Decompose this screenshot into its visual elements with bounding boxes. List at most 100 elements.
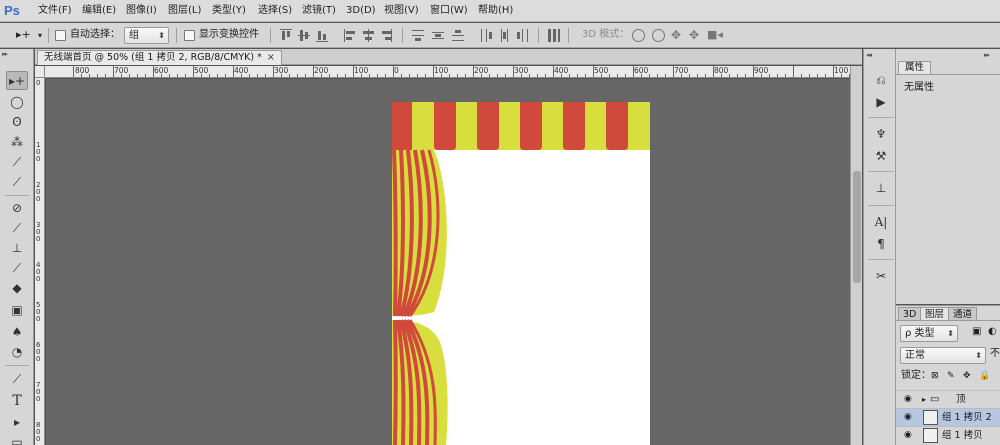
align-left-icon[interactable] <box>344 29 356 42</box>
distribute-right-icon[interactable] <box>516 29 528 42</box>
lock-position-icon[interactable]: ✥ <box>963 369 971 383</box>
move-tool-preset-icon[interactable]: ▸+ <box>16 28 31 42</box>
align-bottom-icon[interactable] <box>316 29 328 42</box>
eyedropper-tool-icon[interactable]: ⟋ <box>6 173 28 192</box>
tab-properties[interactable]: 属性 <box>898 61 932 75</box>
collapse-icon[interactable]: ◂◂ <box>866 51 872 59</box>
vertical-ruler[interactable]: 0 1 0 0 2 0 0 3 0 0 4 0 0 5 0 0 6 0 0 7 … <box>35 78 45 445</box>
dodge-tool-icon[interactable]: ◔ <box>6 343 28 362</box>
distribute-left-icon[interactable] <box>480 29 492 42</box>
clone-source-icon[interactable]: ⊥ <box>872 179 890 197</box>
history-brush-tool-icon[interactable]: ⟋ <box>6 259 28 278</box>
close-tab-icon[interactable]: × <box>267 52 275 63</box>
pen-tool-icon[interactable]: ⟋ <box>6 370 28 389</box>
chevron-down-icon[interactable]: ▾ <box>38 29 42 43</box>
gradient-tool-icon[interactable]: ▣ <box>6 301 28 320</box>
vertical-scrollbar[interactable] <box>850 66 862 445</box>
auto-align-icon[interactable] <box>548 29 560 42</box>
ruler-label: 100 <box>354 66 369 75</box>
artboard[interactable] <box>392 102 650 445</box>
group-expand-icon[interactable]: ▸ <box>922 394 926 406</box>
canvas-area[interactable] <box>46 79 850 445</box>
auto-select-dropdown[interactable]: 组 ⬍ <box>124 27 169 44</box>
lock-all-icon[interactable]: 🔒 <box>979 369 990 383</box>
collapse-icon[interactable]: ▸▸ <box>2 50 8 58</box>
document-title: 无线端首页 @ 50% (组 1 拷贝 2, RGB/8/CMYK) * <box>44 52 262 63</box>
3d-slide-icon[interactable]: ✥ <box>689 28 699 42</box>
properties-icon[interactable]: ✂ <box>872 267 890 285</box>
eraser-tool-icon[interactable]: ◆ <box>6 279 28 298</box>
shape-tool-icon[interactable]: ▭ <box>6 433 28 445</box>
scrollbar-thumb[interactable] <box>853 171 861 283</box>
3d-roll-icon[interactable] <box>652 29 665 42</box>
lock-pixels-icon[interactable]: ✎ <box>947 369 955 383</box>
align-hcenter-icon[interactable] <box>362 29 374 42</box>
menu-help[interactable]: 帮助(H) <box>478 4 513 18</box>
lock-transparent-icon[interactable]: ⊠ <box>931 369 939 383</box>
auto-select-checkbox[interactable] <box>55 30 66 41</box>
clone-stamp-tool-icon[interactable]: ⊥ <box>6 239 28 258</box>
menu-view[interactable]: 视图(V) <box>384 4 419 18</box>
healing-brush-tool-icon[interactable]: ⊘ <box>6 199 28 218</box>
menu-image[interactable]: 图像(I) <box>126 4 157 18</box>
folder-icon: ▭ <box>930 394 940 405</box>
layer-row[interactable]: ◉ 组 1 拷贝 <box>896 426 1000 444</box>
layer-row[interactable]: ◉ ▸ ▭ 顶 <box>896 390 1000 408</box>
menu-window[interactable]: 窗口(W) <box>430 4 468 18</box>
menu-type[interactable]: 类型(Y) <box>212 4 246 18</box>
type-tool-icon[interactable]: T <box>6 392 28 411</box>
distribute-vcenter-icon[interactable] <box>432 29 444 42</box>
crop-tool-icon[interactable]: ⟋ <box>6 153 28 172</box>
brush-tool-icon[interactable]: ⟋ <box>6 219 28 238</box>
visibility-eye-icon[interactable]: ◉ <box>904 412 915 423</box>
photoshop-logo: Ps <box>4 3 20 18</box>
ruler-origin[interactable] <box>35 66 45 78</box>
path-selection-tool-icon[interactable]: ▸ <box>6 413 28 432</box>
actions-icon[interactable]: ▶ <box>872 93 890 111</box>
visibility-eye-icon[interactable]: ◉ <box>904 430 915 441</box>
marquee-tool-icon[interactable]: ◯ <box>6 93 28 112</box>
paragraph-icon[interactable]: ¶ <box>872 235 890 253</box>
menu-filter[interactable]: 滤镜(T) <box>302 4 336 18</box>
dropdown-arrow-icon: ⬍ <box>158 31 165 40</box>
horizontal-ruler[interactable]: 800 700 600 500 400 300 200 100 0 100 20… <box>45 66 850 78</box>
3d-rotate-icon[interactable] <box>632 29 645 42</box>
align-top-icon[interactable] <box>280 29 292 42</box>
blur-tool-icon[interactable]: ♠ <box>6 323 28 342</box>
character-icon[interactable]: A| <box>872 213 890 231</box>
curtain-stripe <box>392 149 398 317</box>
menu-file[interactable]: 文件(F) <box>38 4 72 18</box>
awning-stripe <box>434 102 456 150</box>
move-tool-icon[interactable]: ▸+ <box>6 71 28 90</box>
align-right-icon[interactable] <box>380 29 392 42</box>
distribute-hcenter-icon[interactable] <box>498 29 510 42</box>
distribute-bottom-icon[interactable] <box>452 29 464 42</box>
layer-filter-dropdown[interactable]: ρ 类型 ⬍ <box>900 325 958 342</box>
blend-mode-dropdown[interactable]: 正常 ⬍ <box>900 347 986 364</box>
visibility-eye-icon[interactable]: ◉ <box>904 394 915 405</box>
3d-scale-icon[interactable]: ■◂ <box>707 28 723 42</box>
magic-wand-tool-icon[interactable]: ⁂ <box>6 133 28 152</box>
tab-channels[interactable]: 通道 <box>948 307 978 321</box>
tab-layers[interactable]: 图层 <box>920 307 950 321</box>
collapse-icon[interactable]: ▸▸ <box>984 51 990 59</box>
tab-3d[interactable]: 3D <box>898 307 922 321</box>
menu-layer[interactable]: 图层(L) <box>168 4 201 18</box>
brushes-icon[interactable]: ♆ <box>872 125 890 143</box>
curtain-lower <box>392 319 448 445</box>
document-tab[interactable]: 无线端首页 @ 50% (组 1 拷贝 2, RGB/8/CMYK) * × <box>37 50 282 65</box>
menu-3d[interactable]: 3D(D) <box>346 4 376 18</box>
show-transform-checkbox[interactable] <box>184 30 195 41</box>
tool-presets-icon[interactable]: ⚒ <box>872 147 890 165</box>
distribute-top-icon[interactable] <box>412 29 424 42</box>
filter-adjustment-icon[interactable]: ◐ <box>988 325 997 339</box>
align-vcenter-icon[interactable] <box>298 29 310 42</box>
filter-image-icon[interactable]: ▣ <box>972 325 981 339</box>
lasso-tool-icon[interactable]: ʘ <box>6 113 28 132</box>
menu-edit[interactable]: 编辑(E) <box>82 4 116 18</box>
layer-row-selected[interactable]: ◉ 组 1 拷贝 2 <box>896 408 1000 426</box>
history-icon[interactable]: ⎌ <box>872 71 890 89</box>
menu-select[interactable]: 选择(S) <box>258 4 292 18</box>
layer-name: 组 1 拷贝 <box>942 430 983 441</box>
3d-pan-icon[interactable]: ✥ <box>671 28 681 42</box>
